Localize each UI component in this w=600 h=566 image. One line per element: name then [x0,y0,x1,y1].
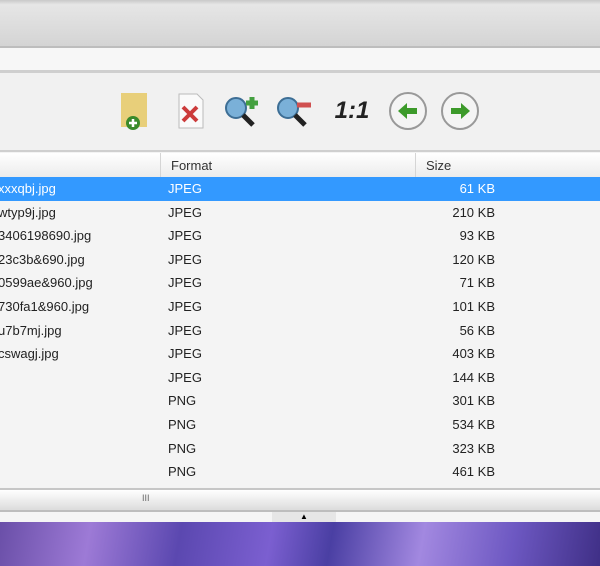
splitter[interactable]: ▲ [0,512,600,522]
scrollbar-grip[interactable]: III [142,493,150,503]
file-row[interactable]: xxxqbj.jpg JPEG 61 KB [0,177,600,201]
file-name: 23c3b&690.jpg [0,251,85,267]
file-format: PNG [168,417,197,432]
delete-icon [178,93,204,129]
file-name: u7b7mj.jpg [0,322,62,338]
file-format: PNG [168,440,197,456]
column-header-format[interactable]: Format [160,153,415,177]
file-format: JPEG [168,275,202,291]
file-size: 403 KB [452,346,495,362]
file-format: JPEG [168,181,202,196]
zoom-in-icon [225,97,258,127]
file-size: 210 KB [452,204,495,220]
file-name: 0599ae&960.jpg [0,275,93,291]
add-image-button[interactable] [112,89,156,133]
file-format: JPEG [168,228,202,244]
file-row[interactable]: cswagj.jpg JPEG 403 KB [0,342,600,366]
file-format: JPEG [168,322,202,338]
file-list: xxxqbj.jpg JPEG 61 KB wtyp9j.jpg JPEG 210 KB 3… [0,177,600,487]
file-row[interactable]: JPEG 144 KB [0,366,600,390]
file-format: JPEG [168,204,202,220]
file-size: 93 KB [459,228,495,244]
file-size: 534 KB [452,417,495,432]
previous-button[interactable] [386,89,430,133]
file-row[interactable]: u7b7mj.jpg JPEG 56 KB [0,319,600,343]
file-row[interactable]: 730fa1&960.jpg JPEG 101 KB [0,295,600,319]
zoom-in-button[interactable] [220,89,264,133]
file-size: 323 KB [452,440,495,456]
file-format: JPEG [168,346,202,362]
file-format: PNG [168,464,197,480]
file-name: 730fa1&960.jpg [0,299,90,314]
file-format: JPEG [168,251,202,267]
file-row[interactable]: PNG 301 KB [0,389,600,413]
add-image-icon [121,93,147,130]
file-size: 71 KB [459,275,495,291]
file-format: JPEG [168,299,202,314]
previous-icon [389,92,427,130]
file-format: JPEG [168,369,202,385]
file-size: 461 KB [452,464,495,480]
image-preview [0,522,600,566]
file-row[interactable]: 23c3b&690.jpg JPEG 120 KB [0,248,600,272]
address-band [0,48,600,73]
actual-size-button[interactable]: 1:1 [330,89,374,133]
file-row[interactable]: 3406198690.jpg JPEG 93 KB [0,224,600,248]
file-name: xxxqbj.jpg [0,181,56,196]
zoom-out-icon [277,97,311,127]
file-size: 120 KB [452,251,495,267]
file-row[interactable]: 0599ae&960.jpg JPEG 71 KB [0,271,600,295]
file-row[interactable]: PNG 461 KB [0,460,600,484]
column-header-name[interactable] [0,153,160,177]
zoom-out-button[interactable] [272,89,316,133]
file-row[interactable]: wtyp9j.jpg JPEG 210 KB [0,201,600,225]
title-bar [0,0,600,48]
next-button[interactable] [438,89,482,133]
horizontal-scrollbar[interactable]: III [0,488,600,512]
delete-button[interactable] [168,89,212,133]
file-size: 144 KB [452,369,495,385]
file-row[interactable]: PNG 323 KB [0,437,600,461]
toolbar: 1:1 [0,73,600,152]
file-format: PNG [168,393,197,409]
file-size: 101 KB [452,299,495,314]
file-row[interactable]: PNG 534 KB [0,413,600,437]
file-name: wtyp9j.jpg [0,204,56,220]
file-size: 61 KB [459,181,495,196]
collapse-up-icon[interactable]: ▲ [272,512,336,522]
file-name: cswagj.jpg [0,346,59,362]
next-icon [441,92,479,130]
file-size: 301 KB [452,393,495,409]
file-size: 56 KB [459,322,495,338]
list-header: Format Size [0,153,600,178]
column-header-size[interactable]: Size [415,153,600,177]
file-name: 3406198690.jpg [0,228,92,244]
